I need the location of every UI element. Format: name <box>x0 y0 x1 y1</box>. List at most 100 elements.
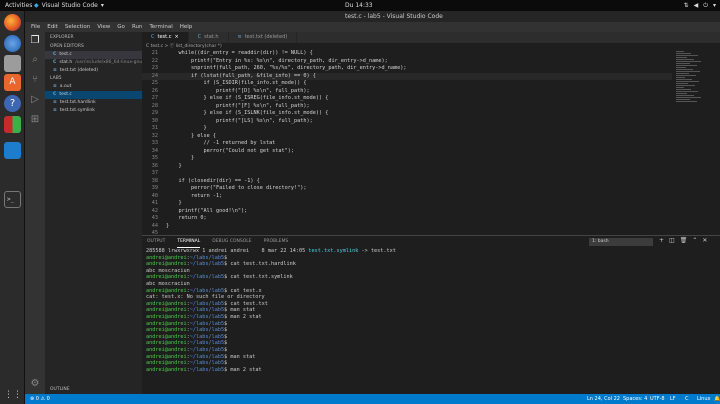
panel-tab-terminal[interactable]: TERMINAL <box>177 236 201 248</box>
line-number: 40 <box>151 192 158 199</box>
search-icon[interactable]: ⌕ <box>29 54 41 66</box>
terminal-text: cat: test.x: No such file or directory <box>146 294 265 301</box>
system-tray[interactable]: ⇅ ◀ ⏻ ▾ <box>684 0 716 11</box>
vscode-icon[interactable] <box>4 142 21 159</box>
terminal-text: 285588 lrwxrwxrwx 1 andrei andrei 8 mar … <box>146 248 309 254</box>
breadcrumb[interactable]: C test.c > ⓕ list_directory(char *) <box>142 43 720 50</box>
file-type-icon: ≡ <box>53 100 57 105</box>
terminal-text: $ cat test.txt.hardlink <box>224 261 296 268</box>
panel-tab-output[interactable]: OUTPUT <box>147 236 165 248</box>
minimap-line <box>676 89 691 90</box>
language[interactable]: C <box>685 394 689 404</box>
tab-test-txt-deleted-[interactable]: ≡ test.txt (deleted) <box>229 32 298 43</box>
prompt-user: andrei@andrei <box>146 254 187 261</box>
panel-tab-debug-console[interactable]: DEBUG CONSOLE <box>212 236 251 248</box>
terminal-output[interactable]: 285588 lrwxrwxrwx 1 andrei andrei 8 mar … <box>142 248 720 373</box>
terminal-text: $ <box>224 327 231 334</box>
terminal-text: $ <box>224 360 231 367</box>
bell-icon[interactable]: 🔔 <box>714 394 720 404</box>
files-icon[interactable] <box>4 55 21 72</box>
close-icon[interactable]: ✕ <box>702 237 707 244</box>
chevron-up-icon[interactable]: ⌃ <box>692 237 697 244</box>
terminal-text: $ man stat <box>224 307 256 314</box>
menu-edit[interactable]: Edit <box>47 22 58 32</box>
gear-icon[interactable]: ⚙ <box>29 378 41 390</box>
add-icon[interactable]: + <box>659 237 664 244</box>
line-number: 29 <box>151 110 158 116</box>
open-editor-item[interactable]: ≡ test.txt (deleted) <box>45 67 142 75</box>
clock[interactable]: Du 14:33 <box>345 0 373 11</box>
shell-select[interactable]: 1: bash <box>589 238 653 246</box>
open-editor-item[interactable]: Cstat.h/usr/include/x86_64-linux-gnu... <box>45 59 142 67</box>
panel-actions: + ◫ 🗑 ⌃ ✕ <box>659 237 707 244</box>
code-text: } else if (S_ISREG(file_info.st_mode)) { <box>166 95 329 101</box>
code-text: } <box>166 125 207 131</box>
tab-test-c[interactable]: Ctest.c × <box>142 32 189 43</box>
line-number: 24 <box>151 72 158 79</box>
menu-help[interactable]: Help <box>180 22 193 32</box>
run-debug-icon[interactable]: ▷ <box>29 94 41 106</box>
encoding[interactable]: UTF-8 <box>650 394 665 404</box>
minimap[interactable] <box>672 50 720 235</box>
code-editor[interactable]: 21 while((dir_entry = readdir(dir)) != N… <box>142 50 672 236</box>
tab-stat-h[interactable]: Cstat.h <box>189 32 229 43</box>
thunderbird-icon[interactable] <box>4 35 21 52</box>
menu-file[interactable]: File <box>31 22 40 32</box>
file-tree-item[interactable]: ≡ a.out <box>45 83 142 91</box>
os-indicator[interactable]: Linux <box>697 394 710 404</box>
terminal-line: abc moscraciun <box>146 268 720 275</box>
line-number: 44 <box>151 222 158 229</box>
open-editor-item[interactable]: Ctest.c <box>45 51 142 59</box>
code-text: return -1; <box>166 192 223 199</box>
editor-tabs: Ctest.c × Cstat.h ≡ test.txt (deleted) <box>142 32 720 43</box>
prompt-dir: ~/labs/lab5 <box>189 307 225 314</box>
menu-run[interactable]: Run <box>132 22 143 32</box>
code-text: printf("[LS] %s\n", full_path); <box>166 117 313 124</box>
prompt-dir: ~/labs/lab5 <box>189 274 225 281</box>
split-icon[interactable]: ◫ <box>669 237 675 244</box>
terminal-text: $ <box>224 320 231 327</box>
line-number: 43 <box>151 215 158 221</box>
menu-selection[interactable]: Selection <box>65 22 90 32</box>
folder-header[interactable]: LAB5 <box>45 75 142 83</box>
explorer-icon[interactable]: ❐ <box>29 35 41 47</box>
code-line: 40 return -1; <box>142 193 672 201</box>
problems-status[interactable]: ⊗ 0 ⚠ 0 <box>30 394 50 404</box>
trash-icon[interactable]: 🗑 <box>680 237 688 244</box>
eol[interactable]: LF <box>670 394 676 404</box>
file-tree-item[interactable]: ≡ test.txt.symlink <box>45 107 142 115</box>
open-editor-name: test.c <box>59 52 72 57</box>
file-tree-item[interactable]: ≡ test.txt.hardlink <box>45 99 142 107</box>
menu-terminal[interactable]: Terminal <box>149 22 172 32</box>
terminal-line: andrei@andrei:~/labs/lab5$ cat test.txt <box>146 300 268 307</box>
panel-tab-problems[interactable]: PROBLEMS <box>264 236 289 248</box>
cursor-position[interactable]: Ln 24, Col 22 <box>587 394 620 404</box>
minimap-line <box>676 55 698 56</box>
show-apps-icon[interactable]: ⋮⋮ <box>4 387 22 404</box>
terminal-line: andrei@andrei:~/labs/lab5$ <box>146 360 231 367</box>
menu-view[interactable]: View <box>97 22 110 32</box>
minimap-line <box>676 91 698 92</box>
close-icon[interactable]: × <box>174 32 178 43</box>
help-icon[interactable]: ? <box>4 95 21 112</box>
minimap-line <box>676 73 689 74</box>
menu-go[interactable]: Go <box>117 22 125 32</box>
app-menu[interactable]: ◆ Visual Studio Code ▾ <box>34 0 104 11</box>
apps-icon[interactable] <box>4 116 21 133</box>
indentation[interactable]: Spaces: 4 <box>623 394 647 404</box>
source-control-icon[interactable]: ⑂ <box>29 74 41 86</box>
firefox-icon[interactable] <box>4 14 21 31</box>
file-tree-item[interactable]: Ctest.c <box>45 91 142 99</box>
prompt-user: andrei@andrei <box>146 320 187 327</box>
minimap-line <box>676 95 694 96</box>
terminal-icon[interactable]: >_ <box>4 191 21 208</box>
line-number: 22 <box>151 57 158 64</box>
line-number: 25 <box>151 80 158 86</box>
code-text: printf("All good!\n"); <box>166 207 248 214</box>
software-icon[interactable]: A <box>4 74 21 91</box>
activities-button[interactable]: Activities <box>5 0 32 11</box>
outline-header[interactable]: OUTLINE <box>45 386 142 394</box>
extensions-icon[interactable]: ⊞ <box>29 114 41 126</box>
open-editors-header[interactable]: OPEN EDITORS <box>45 43 142 51</box>
line-number: 42 <box>151 207 158 214</box>
